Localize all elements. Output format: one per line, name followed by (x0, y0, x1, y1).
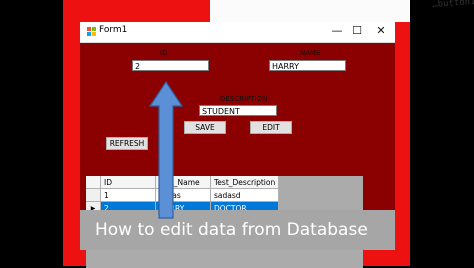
app-icon (87, 27, 96, 36)
description-field[interactable]: STUDENT (199, 105, 277, 116)
up-arrow-icon (148, 80, 184, 219)
grid-corner (86, 176, 101, 189)
maximize-button[interactable]: ☐ (348, 24, 366, 38)
close-button[interactable]: ✕ (372, 24, 390, 38)
form-window: Form1 — ☐ ✕ ID 2 NAME HARRY DESCRIPTION … (80, 22, 395, 268)
edit-button[interactable]: EDIT (250, 121, 292, 134)
caption-banner: How to edit data from Database (80, 210, 395, 250)
video-frame: …button1_Click(object sender, EventArgs … (0, 0, 474, 268)
code-snippet: …button1_Click(object sender, EventArgs … (432, 0, 474, 10)
name-field[interactable]: HARRY (269, 60, 346, 71)
save-button[interactable]: SAVE (184, 121, 226, 134)
caption-text: How to edit data from Database (95, 220, 368, 240)
description-label: DESCRIPTION (220, 95, 268, 103)
name-label: NAME (300, 49, 321, 57)
column-header-test-description[interactable]: Test_Description (210, 176, 280, 189)
minimize-button[interactable]: — (328, 24, 346, 38)
code-editor-strip: …button1_Click(object sender, EventArgs … (210, 0, 474, 22)
id-field[interactable]: 2 (132, 60, 209, 71)
title-bar: Form1 — ☐ ✕ (80, 22, 395, 43)
row-header[interactable] (86, 188, 101, 202)
window-title: Form1 (99, 25, 128, 35)
form-client-area: ID 2 NAME HARRY DESCRIPTION STUDENT SAVE… (80, 43, 395, 268)
refresh-button[interactable]: REFRESH (106, 137, 148, 150)
id-label: ID (160, 49, 168, 57)
cell-test-description[interactable]: sadasd (210, 188, 280, 202)
